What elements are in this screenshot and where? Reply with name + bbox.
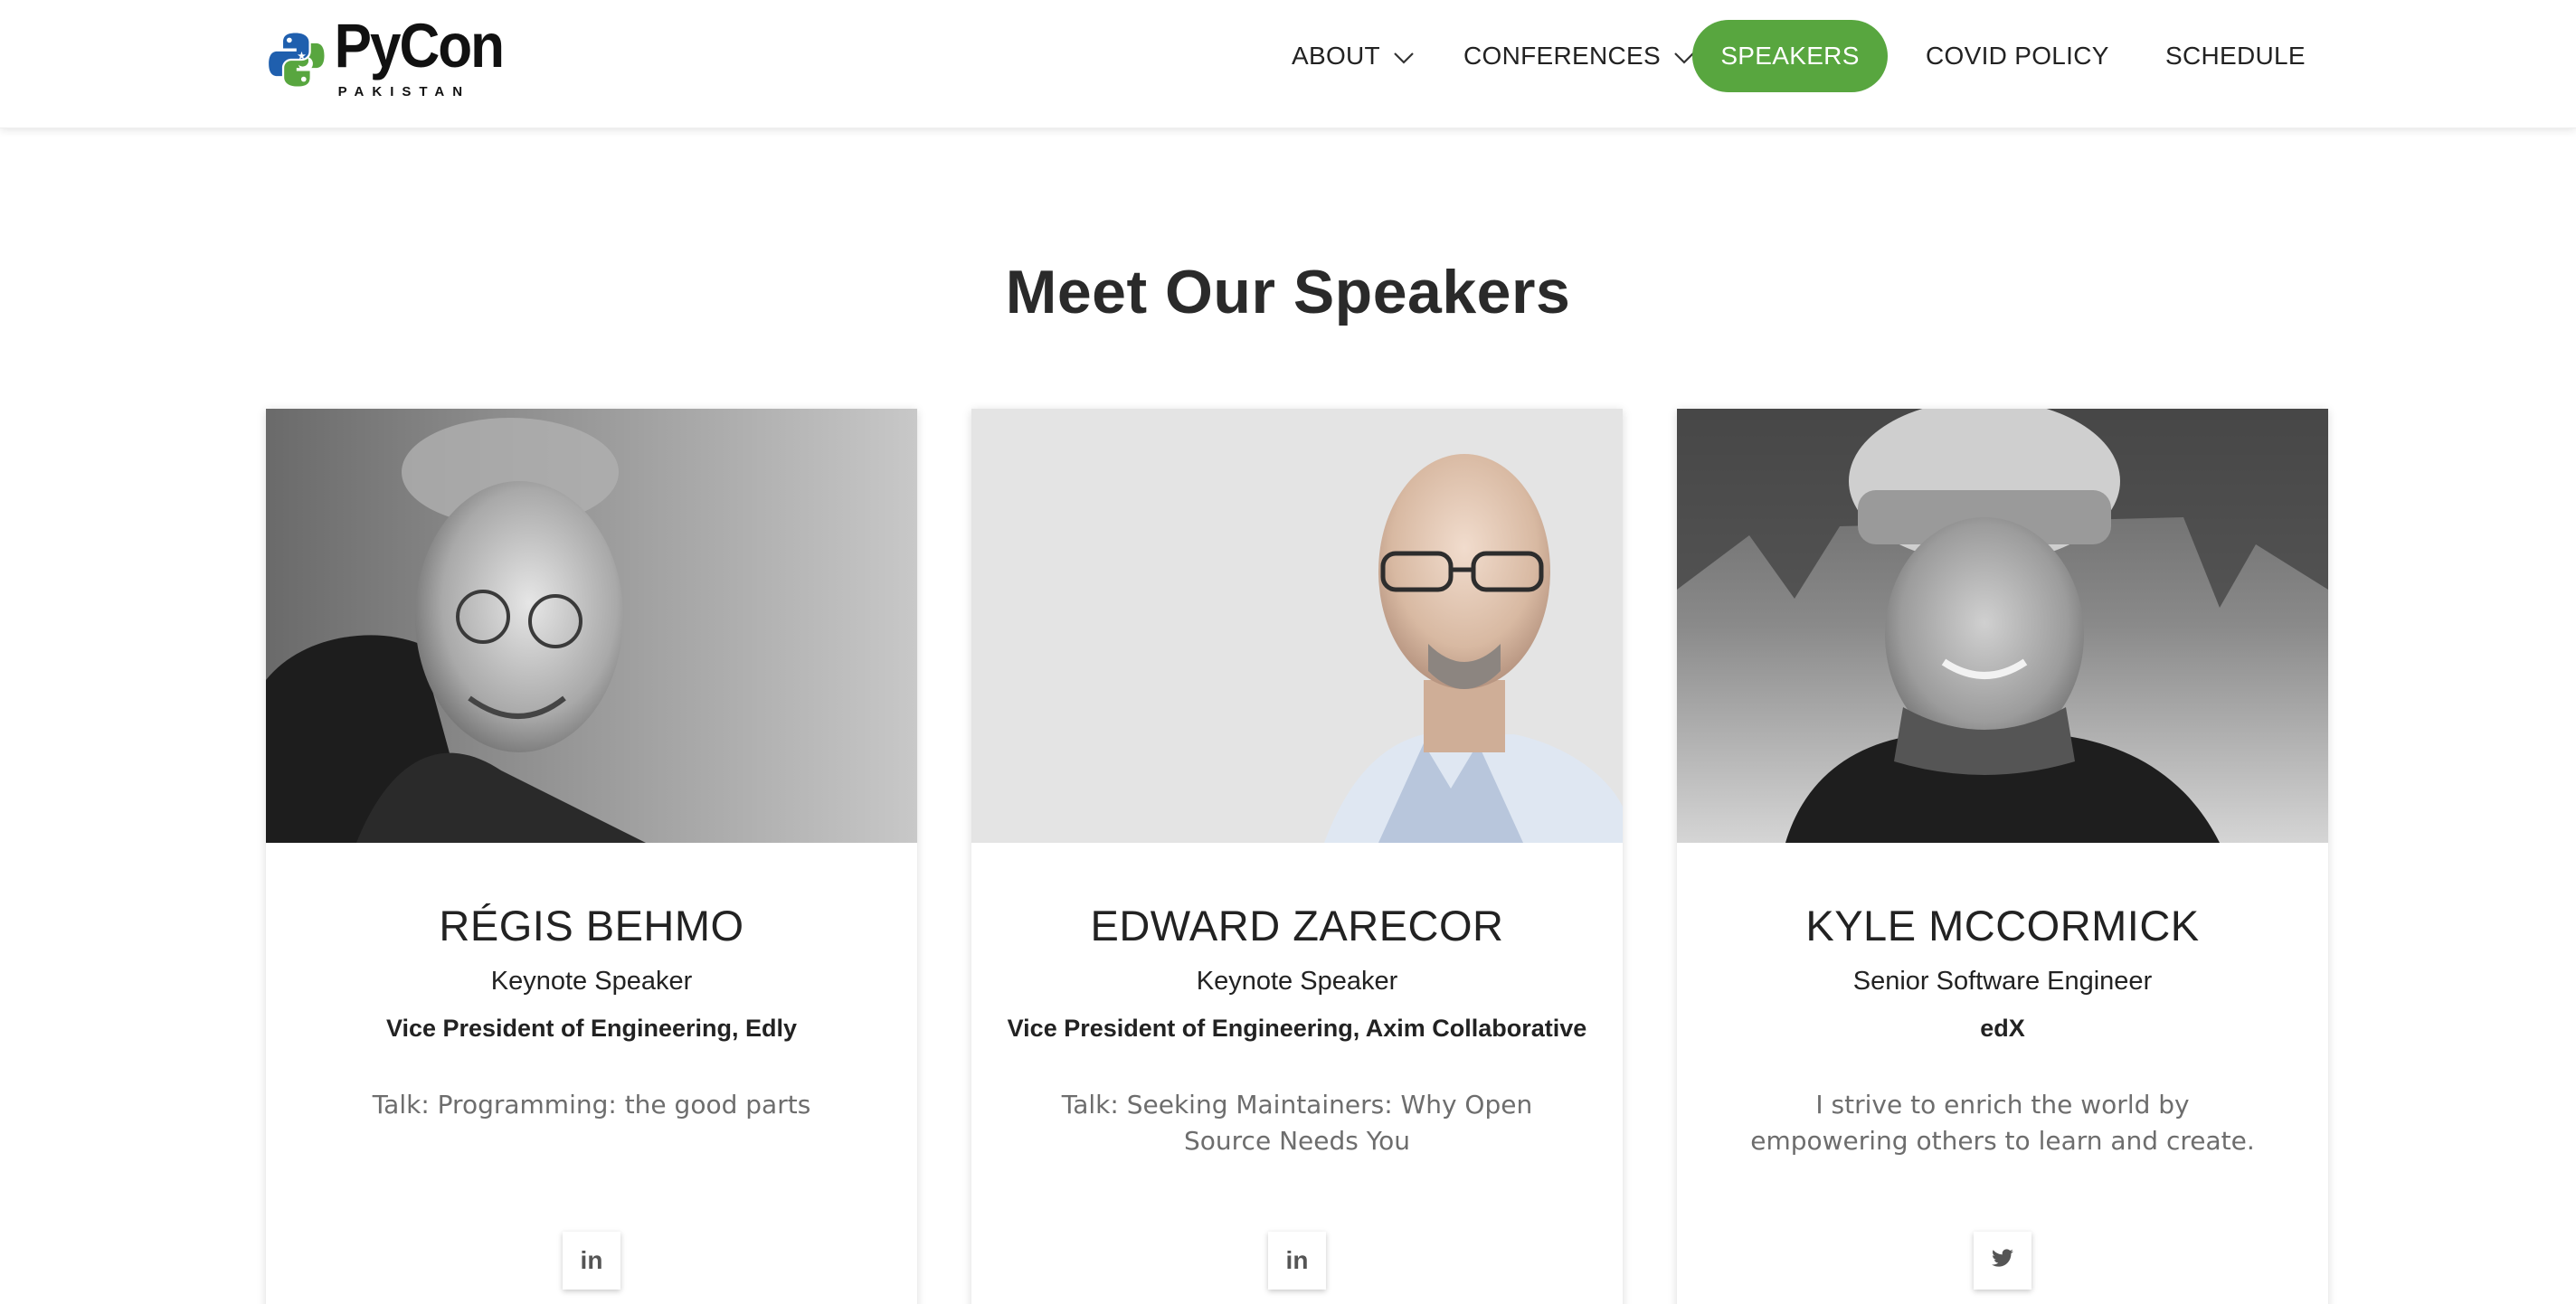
twitter-icon xyxy=(1991,1248,2014,1273)
nav-about[interactable]: ABOUT xyxy=(1292,20,1415,92)
speaker-talk: Talk: Seeking Maintainers: Why Open Sour… xyxy=(1061,1090,1533,1156)
main-nav: ABOUT CONFERENCES SPEAKERS COVID POLICY … xyxy=(0,20,2576,92)
nav-schedule-label: SCHEDULE xyxy=(2165,42,2306,70)
speaker-organization: Vice President of Engineering, Edly xyxy=(385,1015,798,1042)
linkedin-button[interactable]: in xyxy=(1268,1232,1326,1290)
section-title: Meet Our Speakers xyxy=(1005,258,1571,326)
speaker-talk: Talk: Programming: the good parts xyxy=(372,1090,811,1120)
twitter-button[interactable] xyxy=(1974,1232,2031,1290)
speaker-name: KYLE MCCORMICK xyxy=(1805,902,2200,950)
speaker-photo xyxy=(971,409,1623,843)
nav-speakers[interactable]: SPEAKERS xyxy=(1692,20,1888,92)
linkedin-button[interactable]: in xyxy=(563,1232,620,1290)
nav-schedule[interactable]: SCHEDULE xyxy=(2165,20,2306,92)
speaker-role: Keynote Speaker xyxy=(1196,967,1398,996)
speaker-talk: I strive to enrich the world by empoweri… xyxy=(1750,1090,2255,1156)
nav-conferences[interactable]: CONFERENCES xyxy=(1463,20,1695,92)
speaker-role: Keynote Speaker xyxy=(490,967,693,996)
speaker-name: RÉGIS BEHMO xyxy=(439,902,744,950)
speaker-role: Senior Software Engineer xyxy=(1852,967,2153,996)
speaker-card: KYLE MCCORMICK Senior Software Engineer … xyxy=(1677,409,2328,1304)
speaker-card: RÉGIS BEHMO Keynote Speaker Vice Preside… xyxy=(266,409,917,1304)
speaker-organization: Vice President of Engineering, Axim Coll… xyxy=(1007,1015,1587,1042)
linkedin-icon: in xyxy=(1285,1246,1309,1274)
speaker-photo xyxy=(266,409,917,843)
site-header: PyCon PAKISTAN ABOUT CONFERENCES SPEAKER… xyxy=(0,0,2576,128)
chevron-down-icon xyxy=(1393,42,1415,71)
linkedin-icon: in xyxy=(580,1246,603,1274)
nav-speakers-label: SPEAKERS xyxy=(1720,42,1860,70)
speaker-card: EDWARD ZARECOR Keynote Speaker Vice Pres… xyxy=(971,409,1623,1304)
nav-conferences-label: CONFERENCES xyxy=(1463,42,1661,70)
nav-about-label: ABOUT xyxy=(1292,42,1380,70)
speaker-name: EDWARD ZARECOR xyxy=(1090,902,1504,950)
speaker-organization: edX xyxy=(1980,1015,2025,1042)
nav-covid-policy[interactable]: COVID POLICY xyxy=(1926,20,2109,92)
speaker-photo xyxy=(1677,409,2328,843)
nav-covid-policy-label: COVID POLICY xyxy=(1926,42,2109,70)
